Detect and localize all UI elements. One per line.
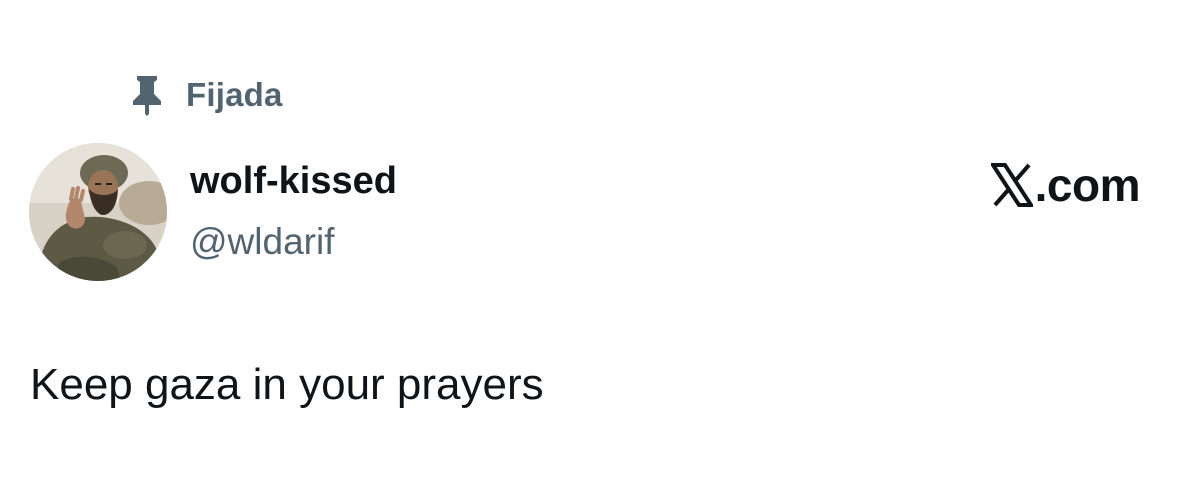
avatar[interactable] xyxy=(29,143,167,281)
pinned-indicator: Fijada xyxy=(130,74,283,116)
pinned-tweet[interactable]: Fijada wolf-kissed @wldarif .com Keep ga… xyxy=(0,0,1200,496)
brand-text: .com xyxy=(1034,159,1141,211)
avatar-photo xyxy=(29,143,167,281)
author-handle[interactable]: @wldarif xyxy=(190,221,334,263)
pin-icon xyxy=(133,76,161,116)
brand-watermark: .com xyxy=(990,158,1141,212)
pinned-label: Fijada xyxy=(186,76,283,113)
author-display-name[interactable]: wolf-kissed xyxy=(190,160,397,203)
x-logo-icon xyxy=(990,163,1033,207)
tweet-text: Keep gaza in your prayers xyxy=(30,360,544,409)
